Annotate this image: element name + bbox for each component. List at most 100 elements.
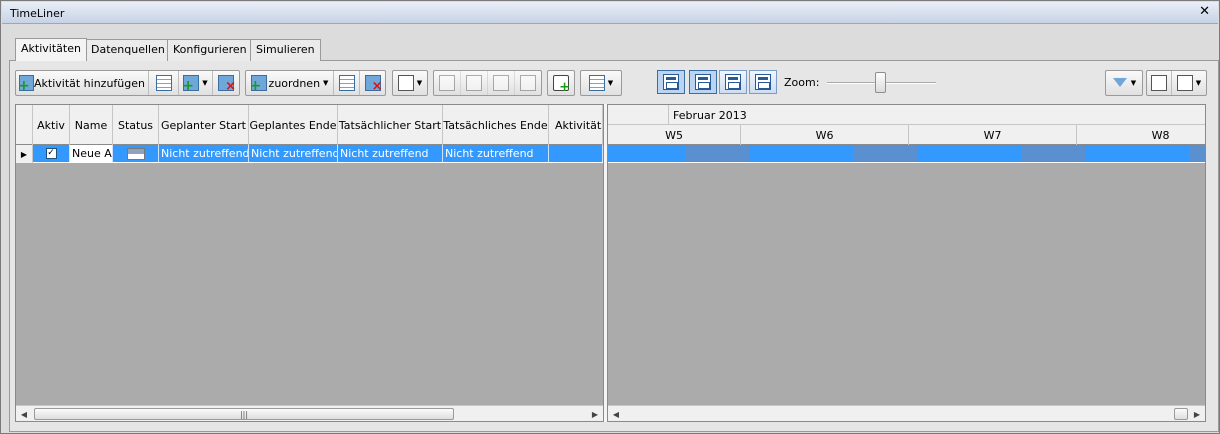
scroll-right-icon[interactable]: ▶	[587, 406, 603, 422]
actual-start-cell[interactable]: Nicht zutreffend	[338, 145, 443, 162]
detach-icon	[338, 75, 355, 91]
assign-label: zuordnen	[268, 76, 321, 90]
view-planned-actual-button[interactable]	[657, 70, 685, 94]
col-activity-type[interactable]: Aktivitätst	[549, 105, 603, 145]
week-label: W5	[608, 125, 741, 145]
col-name[interactable]: Name	[70, 105, 113, 145]
row-indicator: ▶	[16, 145, 33, 163]
col-aktiv[interactable]: Aktiv	[33, 105, 70, 145]
clear-assignment-button[interactable]	[360, 71, 385, 95]
planned-start-cell[interactable]: Nicht zutreffend	[159, 145, 249, 162]
nonworking-period	[1189, 145, 1205, 162]
chevron-down-icon: ▼	[416, 79, 423, 87]
week-label: W6	[741, 125, 909, 145]
chevron-down-icon: ▼	[1130, 79, 1137, 87]
scroll-left-icon[interactable]: ◀	[16, 406, 32, 422]
timeliner-window: TimeLiner ✕ Aktivitäten Datenquellen Kon…	[0, 0, 1220, 434]
outdent-button[interactable]	[515, 71, 541, 95]
col-status[interactable]: Status	[113, 105, 159, 145]
columns-group: ▼	[580, 70, 622, 96]
planned-end-cell[interactable]: Nicht zutreffend	[249, 145, 338, 162]
active-cell: ✓	[33, 145, 70, 162]
auto-add-button[interactable]: ▼	[179, 71, 213, 95]
zoom-slider-thumb[interactable]	[875, 72, 886, 93]
outdent-icon	[520, 75, 536, 91]
month-label: Februar 2013	[668, 105, 747, 125]
gantt-chart: Februar 2013 W5 W6 W7 W8 ◀ ▶	[607, 104, 1206, 422]
export-group: ▼	[1146, 70, 1207, 96]
assign-buttons: zuordnen ▼	[245, 70, 386, 96]
col-planned-end[interactable]: Geplantes Ende	[249, 105, 338, 145]
status-icon	[126, 147, 145, 160]
delete-icon	[218, 75, 236, 94]
col-planned-start[interactable]: Geplanter Start	[159, 105, 249, 145]
grid-hscrollbar[interactable]: ◀ ||| ▶	[16, 405, 603, 421]
filter-icon	[1112, 75, 1128, 91]
assign-icon	[250, 75, 267, 94]
view-icon	[695, 74, 711, 90]
move-down-button[interactable]	[461, 71, 488, 95]
delete-activity-button[interactable]	[213, 71, 239, 95]
insert-child-button[interactable]	[149, 71, 179, 95]
chevron-down-icon: ▼	[607, 79, 614, 87]
comment-icon	[553, 75, 570, 95]
nonworking-period	[685, 145, 749, 162]
find-icon	[397, 75, 414, 91]
clear-icon	[364, 75, 382, 94]
view-icon	[725, 74, 741, 90]
activity-type-cell[interactable]	[549, 145, 603, 162]
grid-scroll-thumb[interactable]: |||	[34, 408, 454, 420]
chevron-down-icon: ▼	[1195, 79, 1202, 87]
move-up-button[interactable]	[434, 71, 461, 95]
export-button[interactable]: ▼	[1172, 71, 1206, 95]
actual-end-cell[interactable]: Nicht zutreffend	[443, 145, 549, 162]
add-comment-button[interactable]	[548, 71, 574, 95]
title-bar: TimeLiner ✕	[2, 2, 1218, 24]
tab-datenquellen[interactable]: Datenquellen	[85, 39, 171, 61]
move-up-icon	[439, 75, 455, 91]
grid-header: Aktiv Name Status Geplanter Start Geplan…	[16, 105, 603, 145]
columns-icon	[588, 75, 605, 91]
activity-grid: Aktiv Name Status Geplanter Start Geplan…	[15, 104, 604, 422]
gantt-hscrollbar[interactable]: ◀ ▶	[608, 405, 1205, 421]
scroll-right-icon[interactable]: ▶	[1189, 406, 1205, 422]
gantt-row[interactable]	[608, 145, 1205, 163]
activity-buttons: Aktivität hinzufügen ▼	[15, 70, 240, 96]
import-button[interactable]	[1147, 71, 1172, 95]
detach-button[interactable]	[334, 71, 360, 95]
add-activity-button[interactable]: Aktivität hinzufügen	[16, 71, 149, 95]
tab-aktivitaeten[interactable]: Aktivitäten	[15, 38, 87, 61]
col-actual-start[interactable]: Tatsächlicher Start	[338, 105, 443, 145]
active-checkbox[interactable]: ✓	[45, 148, 57, 159]
close-icon[interactable]: ✕	[1199, 4, 1210, 19]
find-items-button[interactable]: ▼	[393, 71, 427, 95]
view-actual-button[interactable]	[719, 70, 747, 94]
view-planned-button[interactable]	[689, 70, 717, 94]
hierarchy-icon	[155, 75, 172, 91]
assign-button[interactable]: zuordnen ▼	[246, 71, 334, 95]
add-activity-label: Aktivität hinzufügen	[33, 76, 145, 90]
move-buttons	[433, 70, 542, 96]
name-cell[interactable]: Neue Ak	[70, 145, 113, 162]
gantt-scroll-thumb[interactable]	[1174, 408, 1188, 420]
gantt-view-buttons	[656, 70, 778, 96]
table-row[interactable]: ✓ Neue Ak Nicht zutreffend Nicht zutreff…	[33, 145, 603, 163]
row-header-corner	[16, 105, 33, 145]
col-actual-end[interactable]: Tatsächliches Ende	[443, 105, 549, 145]
filter-button[interactable]: ▼	[1106, 71, 1142, 95]
tab-konfigurieren[interactable]: Konfigurieren	[167, 39, 253, 61]
tab-simulieren[interactable]: Simulieren	[250, 39, 321, 61]
view-gantt-button[interactable]	[749, 70, 777, 94]
week-label: W8	[1077, 125, 1220, 145]
comment-group	[547, 70, 575, 96]
columns-button[interactable]: ▼	[581, 71, 621, 95]
zoom-label: Zoom:	[784, 76, 820, 89]
find-items-group: ▼	[392, 70, 428, 96]
import-icon	[1151, 75, 1167, 91]
status-cell	[113, 145, 159, 162]
gantt-month-header: Februar 2013	[608, 105, 1205, 125]
indent-button[interactable]	[488, 71, 515, 95]
chevron-down-icon: ▼	[202, 79, 208, 87]
scroll-left-icon[interactable]: ◀	[608, 406, 624, 422]
move-down-icon	[466, 75, 482, 91]
